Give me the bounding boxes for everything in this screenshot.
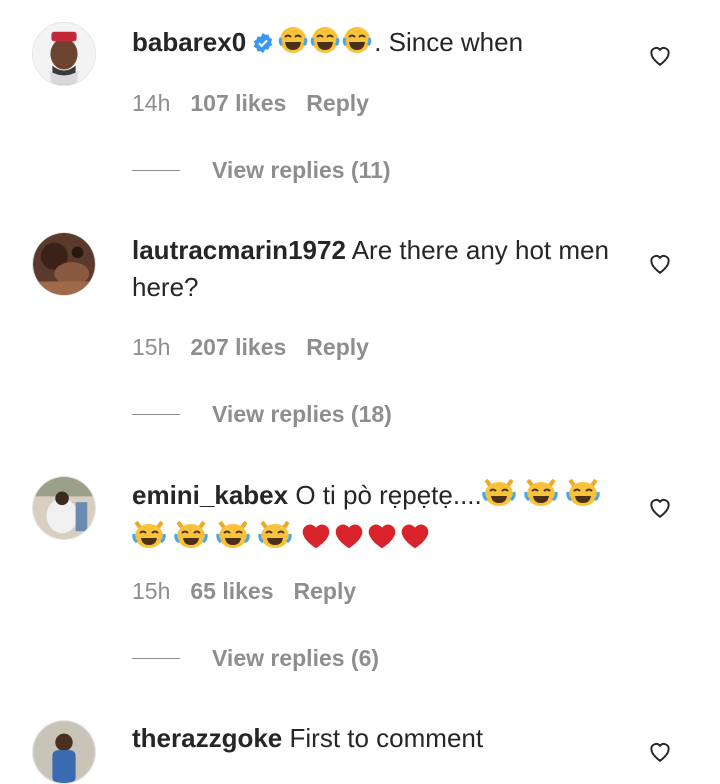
cat-with-tears-of-joy-icon — [258, 518, 292, 560]
comment-time: 14h — [132, 90, 171, 116]
reply-button[interactable]: Reply — [306, 334, 369, 360]
divider — [132, 414, 180, 415]
divider — [132, 658, 180, 659]
cat-with-tears-of-joy-icon — [566, 476, 600, 518]
red-heart-icon — [333, 520, 365, 560]
cat-with-tears-of-joy-icon — [216, 518, 250, 560]
comment-username[interactable]: therazzgoke — [132, 723, 282, 753]
red-heart-icon — [399, 520, 431, 560]
comment-text: babarex0 . Since when — [132, 24, 622, 65]
cat-with-tears-of-joy-icon — [174, 518, 208, 560]
comment-meta: 15h 65 likes Reply — [132, 578, 376, 605]
verified-badge-icon — [252, 27, 274, 64]
red-heart-icon — [300, 520, 332, 560]
comment-username[interactable]: babarex0 — [132, 27, 246, 57]
comment-time: 15h — [132, 334, 171, 360]
comment-text: emini_kabex O ti pò rẹpẹtẹ.... — [132, 476, 622, 560]
cat-with-tears-of-joy-icon — [524, 476, 558, 518]
view-replies-label: View replies (11) — [212, 157, 391, 183]
cat-with-tears-of-joy-icon — [482, 476, 516, 518]
comment-likes[interactable]: 207 likes — [190, 334, 286, 360]
heart-icon[interactable] — [647, 494, 673, 520]
comment-text: therazzgoke First to comment — [132, 720, 622, 757]
cat-with-tears-of-joy-icon — [132, 518, 166, 560]
view-replies-button[interactable]: View replies (6) — [132, 645, 379, 672]
avatar[interactable] — [32, 232, 96, 296]
face-with-tears-of-joy-icon — [278, 25, 308, 65]
view-replies-label: View replies (6) — [212, 645, 380, 671]
face-with-tears-of-joy-icon — [342, 25, 372, 65]
comment-meta: 14h 107 likes Reply — [132, 90, 389, 117]
comment-username[interactable]: emini_kabex — [132, 480, 288, 510]
view-replies-button[interactable]: View replies (11) — [132, 157, 391, 184]
comment-likes[interactable]: 65 likes — [190, 578, 273, 604]
comment-username[interactable]: lautracmarin1972 — [132, 235, 346, 265]
comment-likes[interactable]: 107 likes — [190, 90, 286, 116]
comment-meta: 15h 207 likes Reply — [132, 334, 389, 361]
avatar[interactable] — [32, 476, 96, 540]
divider — [132, 170, 180, 171]
avatar[interactable] — [32, 22, 96, 86]
heart-icon[interactable] — [647, 250, 673, 276]
heart-icon[interactable] — [647, 42, 673, 68]
comment-body: O ti pò rẹpẹtẹ.... — [295, 480, 482, 510]
comment-text: lautracmarin1972 Are there any hot men h… — [132, 232, 622, 306]
comment-body: . Since when — [374, 27, 524, 57]
comment-body: First to comment — [289, 723, 484, 753]
reply-button[interactable]: Reply — [294, 578, 357, 604]
view-replies-label: View replies (18) — [212, 401, 392, 427]
avatar[interactable] — [32, 720, 96, 784]
face-with-tears-of-joy-icon — [310, 25, 340, 65]
comment-time: 15h — [132, 578, 171, 604]
heart-icon[interactable] — [647, 738, 673, 764]
view-replies-button[interactable]: View replies (18) — [132, 401, 392, 428]
red-heart-icon — [366, 520, 398, 560]
reply-button[interactable]: Reply — [306, 90, 369, 116]
